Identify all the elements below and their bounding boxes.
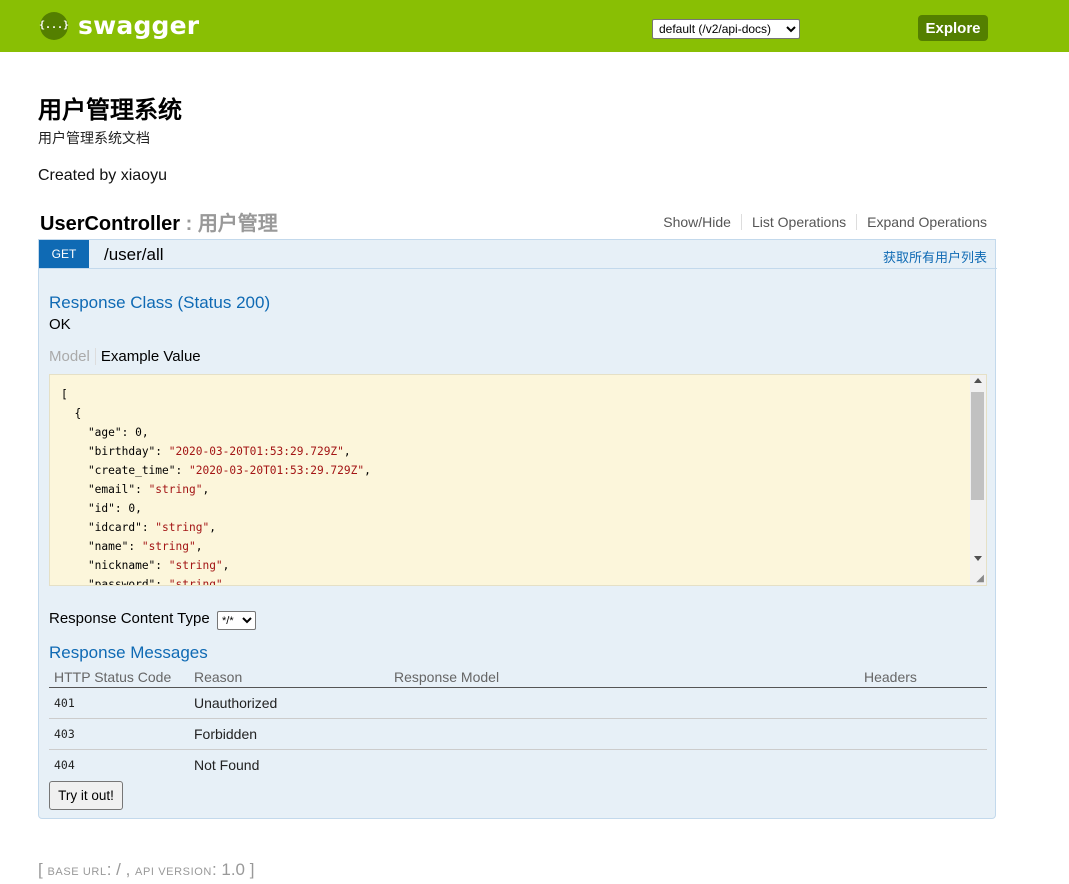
- show-hide-link[interactable]: Show/Hide: [653, 214, 742, 230]
- http-method-badge[interactable]: GET: [39, 240, 89, 268]
- api-version-value: : 1.0: [211, 860, 250, 879]
- example-json-line: "name": "string",: [61, 540, 203, 553]
- page-title: 用户管理系统: [38, 97, 182, 124]
- logo-text: swagger: [78, 11, 200, 40]
- json-string-value: "string": [148, 483, 203, 496]
- base-url-value: : / ,: [106, 860, 136, 879]
- resize-grip-icon[interactable]: ◢: [976, 574, 984, 584]
- col-reason: Reason: [189, 666, 389, 688]
- table-row: 404 Not Found: [49, 750, 987, 781]
- status-code: 404: [54, 758, 75, 772]
- json-string-value: "2020-03-20T01:53:29.729Z": [188, 464, 365, 477]
- api-description: 用户管理系统文档: [38, 130, 150, 146]
- base-url-label: base url: [47, 866, 107, 878]
- status-headers: [859, 687, 987, 719]
- operation-heading[interactable]: GET /user/all 获取所有用户列表: [39, 240, 997, 269]
- status-model: [389, 718, 859, 750]
- response-class-value: OK: [49, 316, 71, 333]
- example-json: [ { "age": 0, "birthday": "2020-03-20T01…: [50, 375, 986, 586]
- snippet-scrollbar[interactable]: [970, 375, 986, 585]
- swagger-logo[interactable]: {...} swagger: [39, 11, 200, 40]
- resource-heading[interactable]: UserController : 用户管理: [40, 207, 278, 236]
- operation-summary[interactable]: 获取所有用户列表: [883, 247, 987, 266]
- signature-tabs: Model Example Value: [49, 348, 201, 365]
- example-json-line: "id": 0,: [61, 502, 142, 515]
- scroll-up-arrow-icon[interactable]: [974, 378, 982, 383]
- response-class-title: Response Class (Status 200): [49, 293, 271, 312]
- table-header-row: HTTP Status Code Reason Response Model H…: [49, 666, 987, 688]
- footer-close-bracket: ]: [249, 860, 255, 879]
- scroll-thumb[interactable]: [971, 392, 984, 500]
- try-it-out-button[interactable]: Try it out!: [49, 781, 123, 810]
- json-string-value: "string": [155, 521, 210, 534]
- status-model: [389, 750, 859, 781]
- example-json-line: "create_time": "2020-03-20T01:53:29.729Z…: [61, 464, 371, 477]
- swagger-logo-icon: {...}: [39, 11, 69, 40]
- status-headers: [859, 718, 987, 750]
- operation-path[interactable]: /user/all: [104, 245, 164, 265]
- footer-open-bracket: [: [38, 860, 43, 879]
- example-value-snippet[interactable]: [ { "age": 0, "birthday": "2020-03-20T01…: [49, 374, 987, 586]
- resource-description: 用户管理: [197, 213, 278, 235]
- status-reason: Not Found: [194, 757, 260, 773]
- col-headers: Headers: [859, 666, 987, 688]
- example-json-line: "nickname": "string",: [61, 559, 230, 572]
- example-json-line: {: [61, 407, 82, 420]
- status-reason: Forbidden: [189, 718, 389, 750]
- example-json-line: [: [61, 388, 68, 401]
- response-messages-title: Response Messages: [49, 643, 208, 662]
- explore-button[interactable]: Explore: [918, 15, 988, 41]
- resource-separator: :: [180, 213, 198, 235]
- example-json-line: "birthday": "2020-03-20T01:53:29.729Z",: [61, 445, 351, 458]
- json-string-value: "string": [168, 559, 223, 572]
- resource-name[interactable]: UserController: [40, 213, 180, 235]
- example-json-line: "email": "string",: [61, 483, 210, 496]
- tab-model[interactable]: Model: [49, 348, 96, 365]
- response-content-type-label: Response Content Type: [49, 610, 210, 627]
- resource-options: Show/Hide List Operations Expand Operati…: [653, 214, 987, 230]
- example-json-line: "idcard": "string",: [61, 521, 216, 534]
- footer-info: [ base url: / , api version: 1.0 ]: [38, 860, 254, 880]
- example-json-line: "age": 0,: [61, 426, 149, 439]
- list-operations-link[interactable]: List Operations: [742, 214, 858, 230]
- api-contact: Created by xiaoyu: [38, 167, 167, 184]
- status-code: 401: [49, 687, 189, 719]
- status-model: [389, 687, 859, 719]
- api-version-label: api version: [135, 866, 212, 878]
- json-string-value: "string": [168, 578, 223, 586]
- col-response-model: Response Model: [389, 666, 859, 688]
- col-http-status-code: HTTP Status Code: [49, 666, 189, 688]
- response-content-type-select[interactable]: */*: [217, 611, 256, 630]
- table-row: 401 Unauthorized: [49, 687, 987, 719]
- status-reason: Unauthorized: [189, 687, 389, 719]
- table-row: 403 Forbidden: [49, 718, 987, 750]
- top-bar: {...} swagger default (/v2/api-docs) Exp…: [0, 0, 1069, 52]
- tab-example-value[interactable]: Example Value: [96, 348, 201, 365]
- scroll-down-arrow-icon[interactable]: [974, 556, 982, 561]
- status-code: 403: [49, 718, 189, 750]
- expand-operations-link[interactable]: Expand Operations: [857, 214, 987, 230]
- response-messages-table: HTTP Status Code Reason Response Model H…: [49, 666, 987, 780]
- json-string-value: "2020-03-20T01:53:29.729Z": [168, 445, 344, 458]
- operation-get-user-all: GET /user/all 获取所有用户列表 Response Class (S…: [38, 239, 997, 819]
- status-headers: [859, 750, 987, 781]
- json-string-value: "string": [141, 540, 196, 553]
- api-spec-select[interactable]: default (/v2/api-docs): [652, 19, 800, 39]
- example-json-line: "password": "string",: [61, 578, 229, 586]
